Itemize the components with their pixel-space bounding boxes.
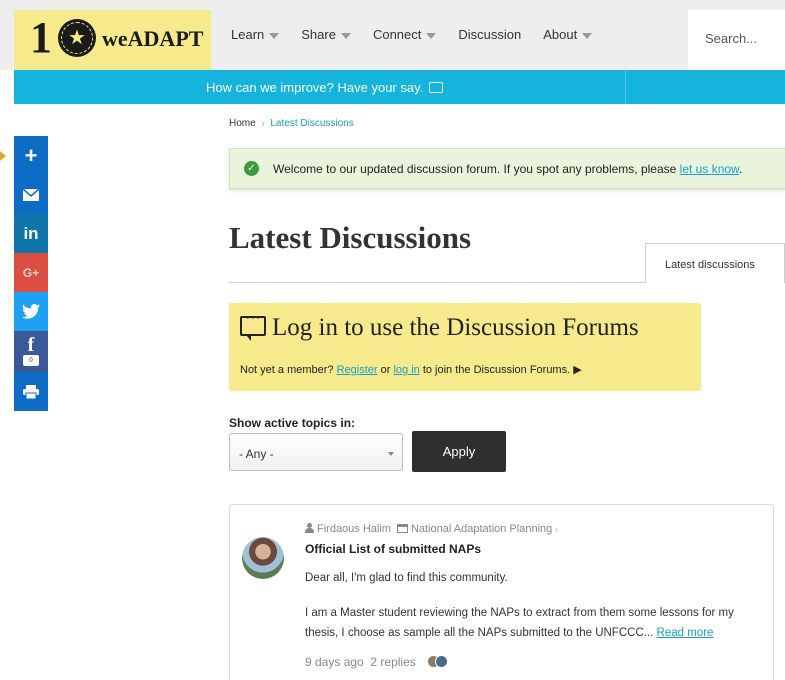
- login-prefix: Not yet a member?: [240, 364, 337, 376]
- share-google-plus-button[interactable]: G+: [14, 253, 48, 292]
- logo-badge-ring: [61, 22, 93, 54]
- plus-icon: +: [24, 142, 38, 168]
- nav-item-share[interactable]: Share: [301, 27, 351, 42]
- topic-forum[interactable]: National Adaptation Planning: [411, 523, 552, 535]
- select-value: - Any -: [239, 447, 274, 461]
- nav-item-learn[interactable]: Learn: [231, 27, 280, 42]
- read-more-link[interactable]: Read more: [657, 627, 714, 639]
- chevron-down-icon: [340, 32, 351, 39]
- facebook-icon: f: [27, 334, 35, 356]
- share-print-button[interactable]: [14, 372, 48, 411]
- twitter-icon: [22, 304, 40, 319]
- feedback-banner: How can we improve? Have your say.: [14, 70, 785, 104]
- topic-excerpt: I am a Master student reviewing the NAPs…: [305, 603, 750, 643]
- site-header: 1 ★ weADAPT Learn Share Connect Discussi…: [0, 0, 785, 70]
- feedback-link[interactable]: How can we improve? Have your say.: [206, 77, 444, 95]
- tab-latest-discussions[interactable]: Latest discussions: [645, 243, 785, 283]
- let-us-know-link[interactable]: let us know: [680, 162, 739, 176]
- check-circle-icon: ✓: [244, 161, 259, 176]
- topic-replies: 2 replies: [370, 655, 416, 669]
- topic-excerpt-line: Dear all, I'm glad to find this communit…: [305, 572, 508, 584]
- nav-item-discussion[interactable]: Discussion: [458, 27, 521, 42]
- share-email-button[interactable]: [14, 175, 48, 214]
- breadcrumb-separator-icon: ›: [261, 119, 265, 128]
- google-plus-icon: G+: [22, 265, 40, 280]
- login-heading: Log in to use the Discussion Forums: [240, 309, 639, 342]
- nav-label: Share: [301, 27, 336, 42]
- logo-anniversary-number: 1: [30, 13, 52, 62]
- search-input[interactable]: [705, 31, 780, 46]
- login-or: or: [377, 364, 394, 376]
- share-twitter-button[interactable]: [14, 292, 48, 331]
- forum-filter-select[interactable]: - Any -: [229, 433, 403, 471]
- nav-item-connect[interactable]: Connect: [372, 27, 437, 42]
- topic-card: Firdaous Halim National Adaptation Planni…: [229, 504, 774, 680]
- topic-age: 9 days ago: [305, 655, 364, 669]
- share-linkedin-button[interactable]: in: [14, 214, 48, 253]
- nav-item-about[interactable]: About: [543, 27, 593, 42]
- chat-bubble-icon: [429, 77, 444, 93]
- tab-label: Latest discussions: [665, 259, 755, 271]
- page-title: Latest Discussions: [229, 220, 472, 255]
- chat-bubble-icon: [240, 309, 266, 341]
- welcome-message: ✓ Welcome to our updated discussion foru…: [229, 148, 785, 189]
- nav-label: About: [543, 27, 578, 42]
- feedback-text: How can we improve? Have your say.: [206, 80, 424, 95]
- nav-label: Discussion: [458, 27, 522, 42]
- welcome-body: Welcome to our updated discussion forum.…: [273, 162, 680, 176]
- main-nav: Learn Share Connect Discussion About: [231, 27, 614, 42]
- login-heading-text: Log in to use the Discussion Forums: [272, 314, 639, 341]
- printer-icon: [23, 384, 39, 399]
- login-suffix: to join the Discussion Forums. ▶: [419, 364, 582, 376]
- chevron-right-icon: ›: [555, 525, 558, 534]
- login-prompt: Log in to use the Discussion Forums Not …: [229, 303, 701, 391]
- linkedin-icon: in: [23, 223, 39, 243]
- avatar[interactable]: [435, 655, 449, 668]
- share-sidebar: + in G+ f 0: [14, 136, 48, 411]
- topic-meta: Firdaous Halim National Adaptation Planni…: [305, 523, 558, 535]
- search-container: [688, 10, 785, 70]
- title-divider: [229, 282, 645, 283]
- person-icon: [305, 523, 314, 533]
- banner-divider: [625, 70, 626, 104]
- filter-label: Show active topics in:: [229, 416, 356, 430]
- topic-title[interactable]: Official List of submitted NAPs: [305, 542, 481, 556]
- topic-footer: 9 days ago 2 replies: [305, 655, 449, 669]
- share-facebook-button[interactable]: f 0: [14, 331, 48, 372]
- log-in-link[interactable]: log in: [393, 364, 419, 376]
- register-link[interactable]: Register: [337, 364, 378, 376]
- avatar[interactable]: [242, 537, 284, 579]
- forum-icon: [396, 524, 408, 533]
- chevron-down-icon: [388, 452, 394, 456]
- login-subtext: Not yet a member? Register or log in to …: [240, 363, 582, 376]
- apply-button[interactable]: Apply: [412, 431, 506, 472]
- facebook-share-count: 0: [23, 355, 39, 366]
- chevron-down-icon: [582, 32, 593, 39]
- breadcrumb-home[interactable]: Home: [229, 118, 256, 129]
- share-pointer-icon: [0, 151, 6, 161]
- breadcrumb: Home › Latest Discussions: [229, 118, 354, 129]
- site-logo[interactable]: 1 ★ weADAPT: [14, 10, 211, 70]
- chevron-down-icon: [426, 32, 437, 39]
- nav-label: Learn: [231, 27, 265, 42]
- nav-label: Connect: [372, 27, 422, 42]
- breadcrumb-current[interactable]: Latest Discussions: [270, 118, 353, 129]
- welcome-suffix: .: [739, 162, 743, 176]
- chevron-down-icon: [269, 32, 280, 39]
- share-plus-button[interactable]: +: [14, 136, 48, 175]
- topic-author[interactable]: Firdaous Halim: [317, 523, 391, 535]
- envelope-icon: [23, 188, 39, 201]
- logo-text: weADAPT: [102, 26, 204, 51]
- welcome-text: Welcome to our updated discussion forum.…: [273, 162, 742, 176]
